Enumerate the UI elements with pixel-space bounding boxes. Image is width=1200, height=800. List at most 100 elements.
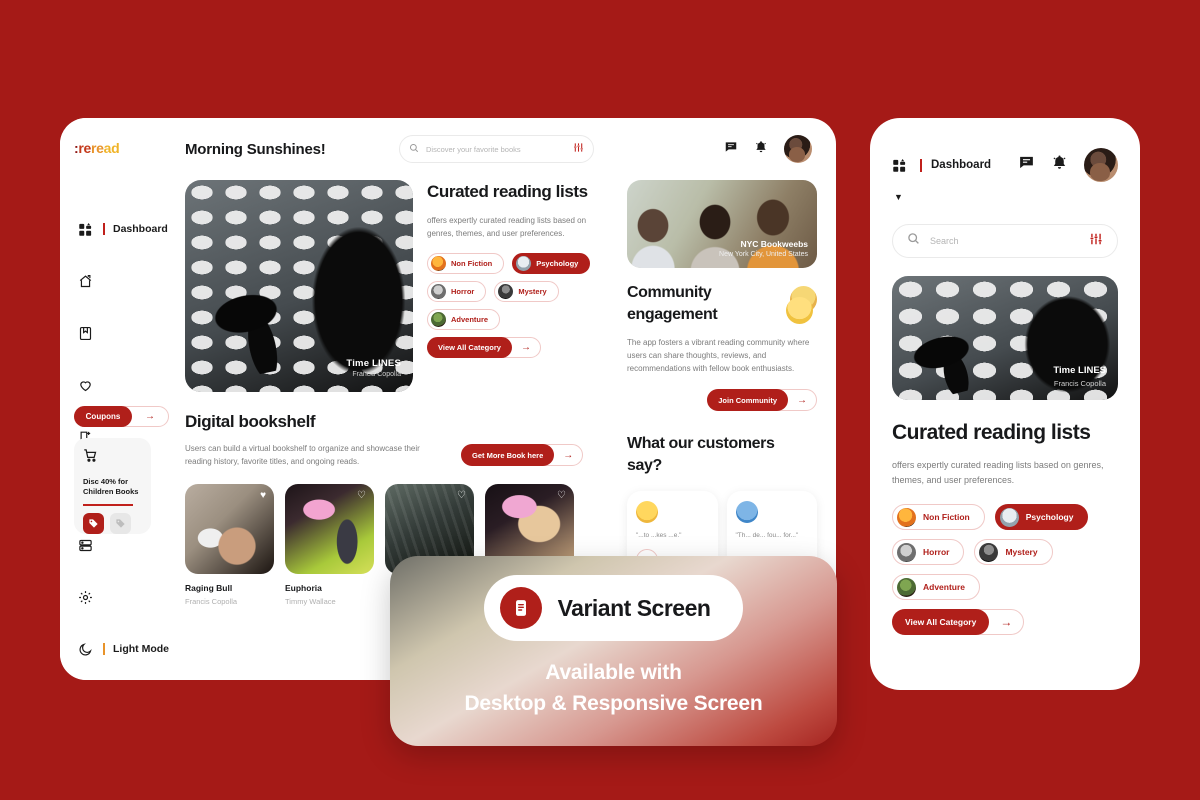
promo-tag-active[interactable] xyxy=(83,512,104,534)
grid-icon[interactable] xyxy=(892,158,907,173)
gear-icon xyxy=(78,590,93,605)
bookshelf-copy: Digital bookshelf Users can build a virt… xyxy=(185,410,447,468)
hero-caption: Time LINES Francis Copolla xyxy=(346,358,401,378)
testimonial-quote: "Th... de... fou... for..." xyxy=(735,532,799,539)
join-community-button[interactable]: Join Community → xyxy=(707,389,817,411)
home-icon xyxy=(78,274,93,289)
right-column: NYC Bookweebs New York City, United Stat… xyxy=(627,180,817,611)
get-more-books-button[interactable]: Get More Book here → xyxy=(461,444,584,466)
sidebar-item-favorites[interactable] xyxy=(60,372,185,398)
filter-icon[interactable] xyxy=(573,140,584,158)
promo-tag-inactive[interactable] xyxy=(110,512,131,534)
avatar xyxy=(735,501,758,523)
avatar[interactable] xyxy=(1084,148,1118,182)
content-grid: Time LINES Francis Copolla Curated readi… xyxy=(185,180,822,611)
bell-icon[interactable] xyxy=(754,140,768,159)
page-title: Morning Sunshines! xyxy=(185,140,326,158)
search-input[interactable] xyxy=(426,144,566,154)
variant-screen-pill: Variant Screen xyxy=(483,575,744,641)
view-all-label: View All Category xyxy=(427,337,512,358)
curated-section: Curated reading lists offers expertly cu… xyxy=(427,180,613,392)
chip-label: Psychology xyxy=(1025,512,1074,522)
curated-title: Curated reading lists xyxy=(427,182,588,201)
community-photo[interactable]: NYC Bookweebs New York City, United Stat… xyxy=(627,180,817,268)
overlay-line-1: Available with xyxy=(545,661,682,684)
heart-icon[interactable]: ♡ xyxy=(457,491,466,501)
book-icon xyxy=(78,326,93,341)
category-chip-adventure[interactable]: Adventure xyxy=(427,309,501,330)
hero-caption: Time LINES Francis Copolla xyxy=(1053,365,1106,388)
message-icon[interactable] xyxy=(1018,154,1035,176)
hero-banner[interactable]: Time LINES Francis Copolla xyxy=(185,180,413,392)
chevron-down-icon[interactable]: ▼ xyxy=(892,192,1118,202)
search-bar[interactable] xyxy=(399,135,594,163)
logo-part-3: re xyxy=(91,140,104,156)
sidebar-item-home[interactable] xyxy=(60,268,185,294)
moon-icon xyxy=(78,642,93,657)
sidebar-item-library[interactable] xyxy=(60,320,185,346)
search-icon xyxy=(907,232,920,250)
sidebar-item-light-mode[interactable]: Light Mode xyxy=(60,636,185,662)
category-chip-horror[interactable]: Horror xyxy=(892,539,965,565)
chip-avatar xyxy=(516,256,532,271)
bookshelf-header: Digital bookshelf Users can build a virt… xyxy=(185,410,613,468)
arrow-right-icon: → xyxy=(563,449,574,461)
chip-label: Adventure xyxy=(451,315,489,324)
book-cover: ♡ xyxy=(285,484,374,574)
community-photo-caption: NYC Bookweebs New York City, United Stat… xyxy=(719,239,808,258)
heart-icon[interactable]: ♥ xyxy=(260,491,266,501)
coupons-button[interactable]: Coupons → xyxy=(74,406,169,427)
server-icon xyxy=(78,538,93,553)
category-chip-psychology[interactable]: Psychology xyxy=(512,253,591,274)
sidebar-item-dashboard[interactable]: Dashboard xyxy=(60,216,185,242)
book-title: Euphoria xyxy=(285,583,322,593)
heart-icon[interactable]: ♡ xyxy=(357,491,366,501)
category-chip-horror[interactable]: Horror xyxy=(427,281,487,302)
app-logo[interactable]: :reread xyxy=(60,140,120,156)
category-chip-mystery[interactable]: Mystery xyxy=(974,539,1053,565)
message-icon[interactable] xyxy=(724,140,738,159)
community-person-1 xyxy=(627,204,685,268)
chip-avatar xyxy=(897,507,916,527)
mobile-view-all-category-button[interactable]: View All Category → xyxy=(892,609,1025,635)
bookshelf-body: Users can build a virtual bookshelf to o… xyxy=(185,444,420,466)
bell-icon[interactable] xyxy=(1051,154,1068,176)
chip-label: Horror xyxy=(451,287,475,296)
chip-avatar xyxy=(999,507,1019,527)
chip-label: Mystery xyxy=(1005,547,1038,557)
heart-icon[interactable]: ♡ xyxy=(557,491,566,501)
chip-avatar xyxy=(897,542,916,562)
hero-author: Francis Copolla xyxy=(352,371,401,378)
category-chip-non-fiction[interactable]: Non Fiction xyxy=(892,504,985,530)
mobile-search-input[interactable] xyxy=(930,236,1079,246)
book-author: Timmy Wallace xyxy=(285,597,336,606)
category-chip-non-fiction[interactable]: Non Fiction xyxy=(427,253,505,274)
hero-title: Time LINES xyxy=(346,358,401,369)
document-icon xyxy=(499,587,542,629)
promo-card[interactable]: Disc 40% for Children Books xyxy=(74,438,151,534)
mobile-search-bar[interactable] xyxy=(892,224,1118,258)
bookshelf-title: Digital bookshelf xyxy=(185,412,316,431)
promo-title-line2: Children Books xyxy=(83,487,139,496)
view-all-category-button[interactable]: View All Category → xyxy=(427,337,541,358)
avatar[interactable] xyxy=(784,135,812,163)
mobile-hero-banner[interactable]: Time LINES Francis Copolla xyxy=(892,276,1118,400)
chip-label: Psychology xyxy=(536,259,579,268)
hero-title: Time LINES xyxy=(1053,365,1106,376)
sidebar-item-storage[interactable] xyxy=(60,532,185,558)
book-card[interactable]: ♡ Euphoria Timmy Wallace xyxy=(285,484,374,606)
community-photo-subtitle: New York City, United States xyxy=(719,251,808,258)
promo-title-line1: Disc 40% for xyxy=(83,477,129,486)
filter-icon[interactable] xyxy=(1089,232,1103,251)
view-all-label: View All Category xyxy=(892,609,990,635)
chip-avatar xyxy=(498,284,514,299)
sidebar-item-settings[interactable] xyxy=(60,584,185,610)
category-chip-adventure[interactable]: Adventure xyxy=(892,574,981,600)
category-chip-psychology[interactable]: Psychology xyxy=(994,504,1089,530)
mobile-curated-body: offers expertly curated reading lists ba… xyxy=(892,460,1104,485)
category-chip-mystery[interactable]: Mystery xyxy=(494,281,559,302)
testimonials-title: What our customers say? xyxy=(627,435,775,474)
promo-tag-toggle-group xyxy=(83,512,142,534)
book-card[interactable]: ♥ Raging Bull Francis Copolla xyxy=(185,484,274,606)
join-community-label: Join Community xyxy=(707,389,788,411)
